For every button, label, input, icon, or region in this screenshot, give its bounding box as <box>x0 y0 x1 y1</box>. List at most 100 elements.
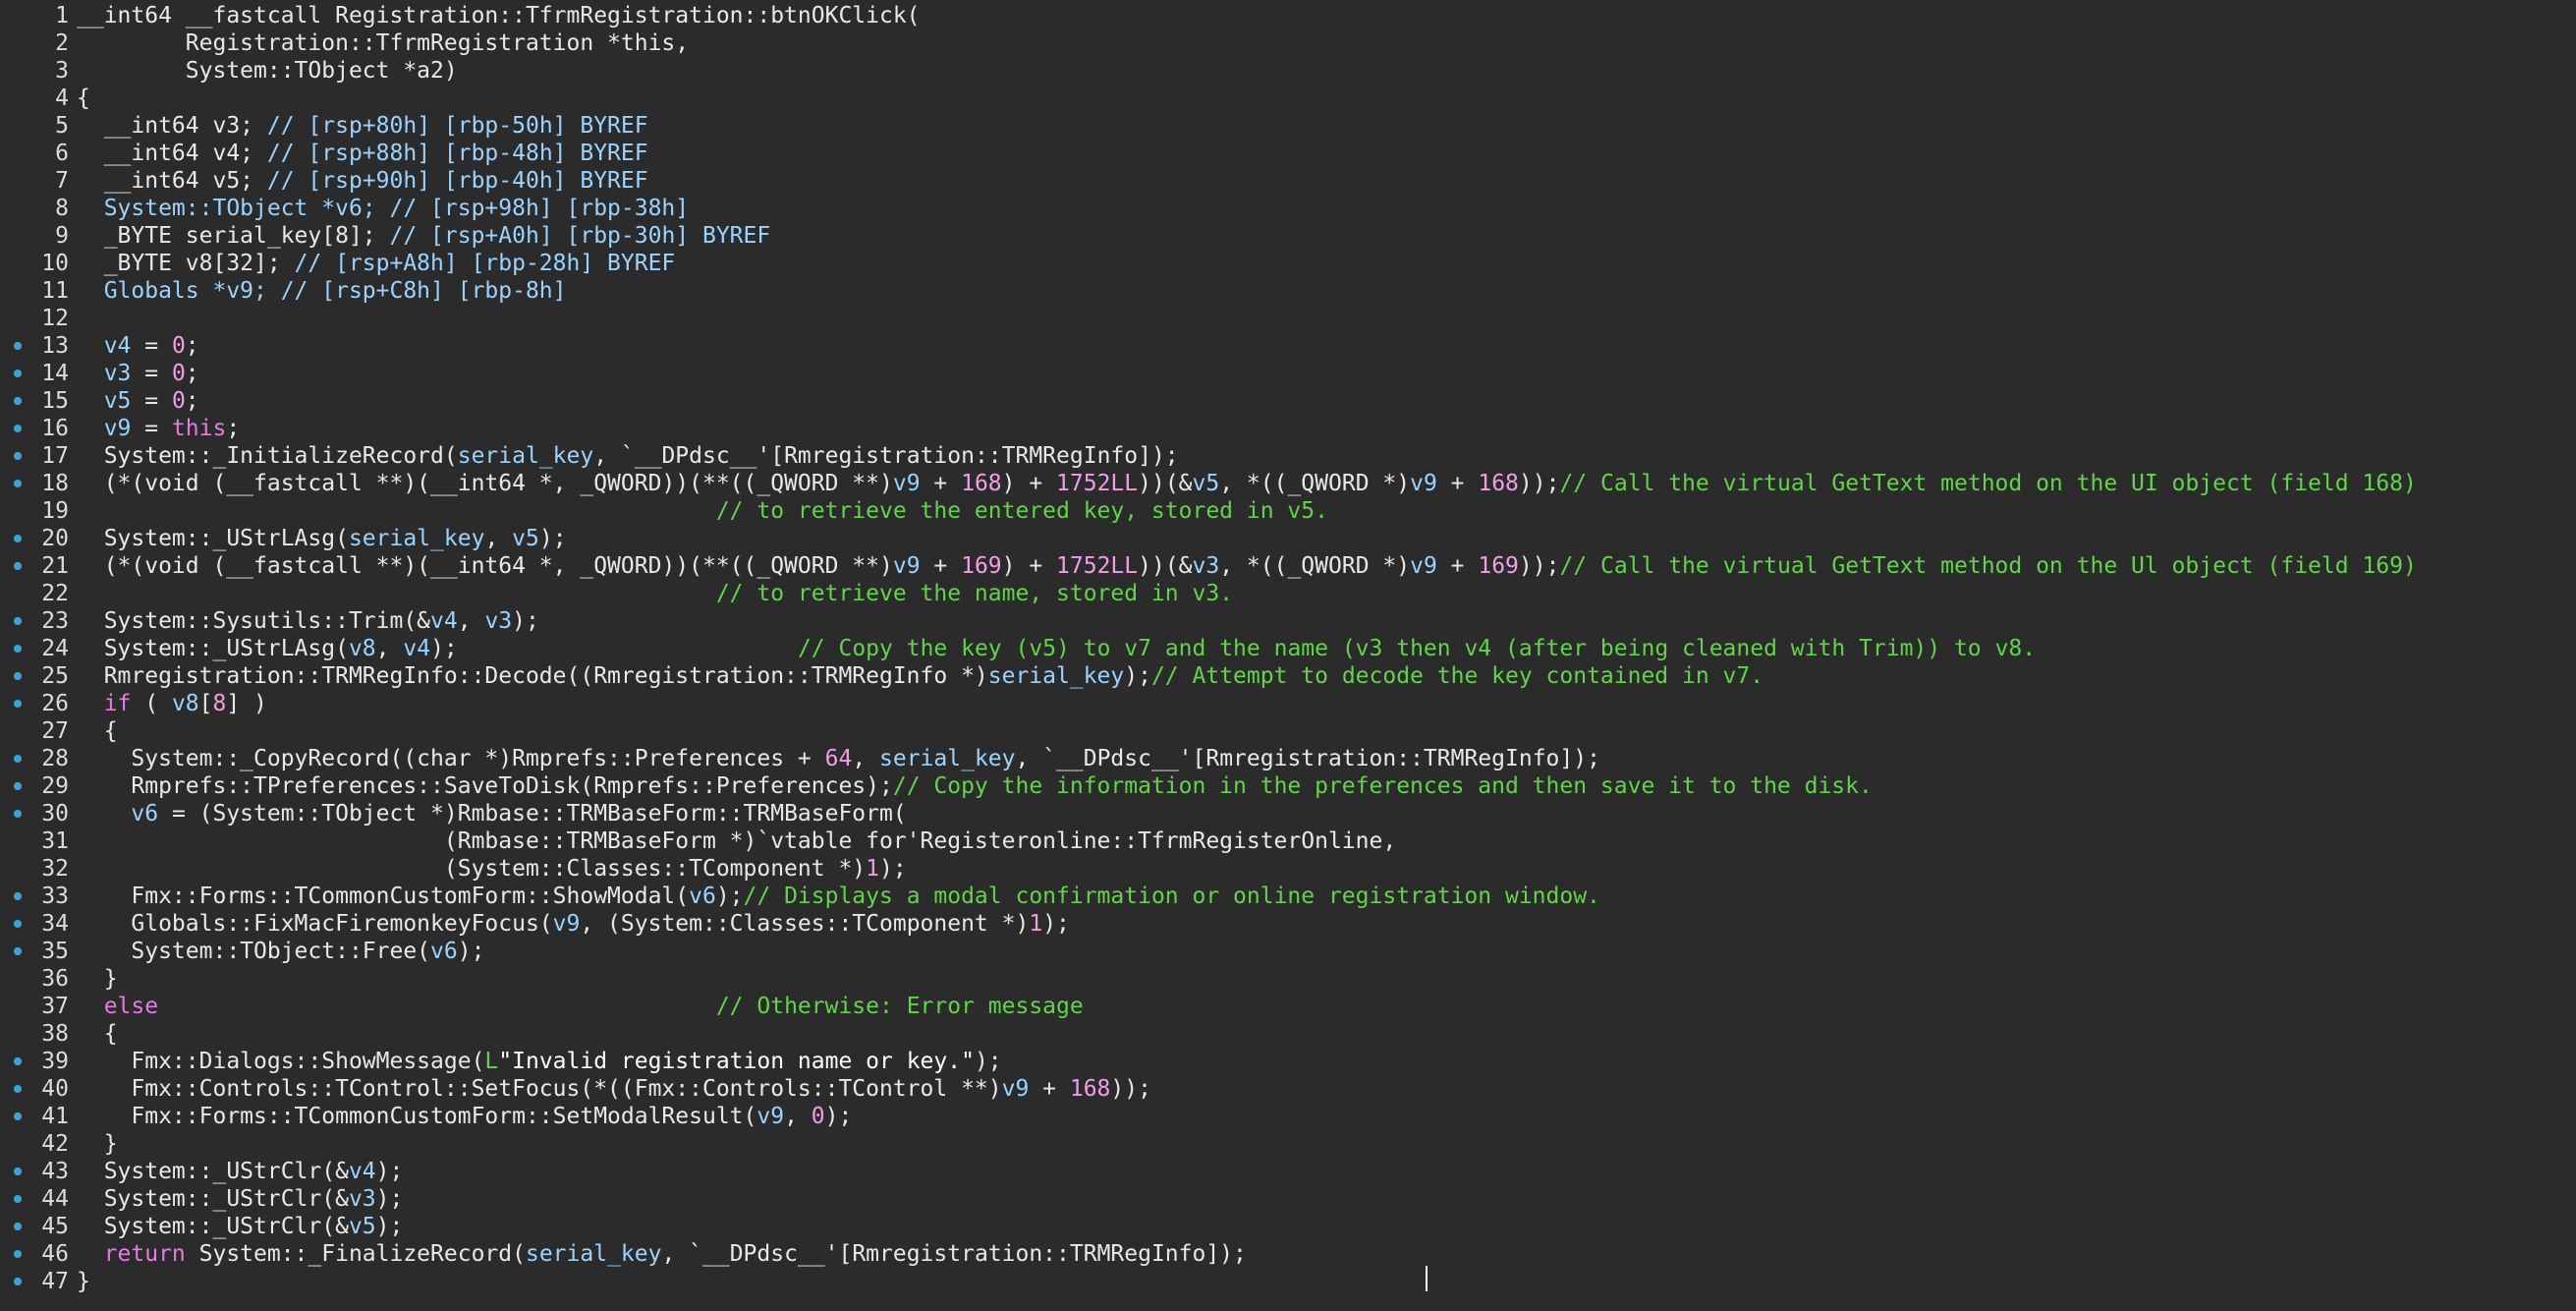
line-gutter[interactable]: 15 <box>0 387 77 415</box>
code-text[interactable]: Fmx::Dialogs::ShowMessage(L"Invalid regi… <box>77 1048 1001 1075</box>
line-gutter[interactable]: 39 <box>0 1048 77 1075</box>
code-text[interactable]: { <box>77 1020 118 1048</box>
code-text[interactable]: (*(void (__fastcall **)(__int64 *, _QWOR… <box>77 470 2417 497</box>
line-gutter[interactable]: 1 <box>0 2 77 29</box>
breakpoint-dot-icon[interactable] <box>14 755 22 763</box>
line-gutter[interactable]: 33 <box>0 883 77 910</box>
code-text[interactable]: v3 = 0; <box>77 360 199 387</box>
breakpoint-dot-icon[interactable] <box>14 617 22 625</box>
breakpoint-dot-icon[interactable] <box>14 1223 22 1230</box>
code-text[interactable]: } <box>77 1130 118 1158</box>
code-text[interactable]: Rmprefs::TPreferences::SaveToDisk(Rmpref… <box>77 772 1872 800</box>
line-gutter[interactable]: 31 <box>0 827 77 855</box>
code-text[interactable]: System::_UStrClr(&v5); <box>77 1213 404 1240</box>
code-text[interactable]: System::Sysutils::Trim(&v4, v3); <box>77 607 539 635</box>
code-text[interactable]: Globals *v9; // [rsp+C8h] [rbp-8h] <box>77 277 567 305</box>
breakpoint-dot-icon[interactable] <box>14 1250 22 1258</box>
code-text[interactable]: System::_CopyRecord((char *)Rmprefs::Pre… <box>77 745 1600 772</box>
line-gutter[interactable]: 16 <box>0 415 77 442</box>
code-text[interactable]: _BYTE serial_key[8]; // [rsp+A0h] [rbp-3… <box>77 222 771 250</box>
code-text[interactable]: __int64 v3; // [rsp+80h] [rbp-50h] BYREF <box>77 112 648 140</box>
breakpoint-dot-icon[interactable] <box>14 645 22 653</box>
line-gutter[interactable]: 26 <box>0 690 77 717</box>
code-text[interactable]: Fmx::Forms::TCommonCustomForm::ShowModal… <box>77 883 1600 910</box>
code-text[interactable]: // to retrieve the entered key, stored i… <box>77 497 1328 525</box>
code-text[interactable]: System::_InitializeRecord(serial_key, `_… <box>77 442 1179 470</box>
code-text[interactable]: { <box>77 85 90 112</box>
code-text[interactable]: __int64 v5; // [rsp+90h] [rbp-40h] BYREF <box>77 167 648 195</box>
breakpoint-dot-icon[interactable] <box>14 1168 22 1175</box>
line-gutter[interactable]: 41 <box>0 1103 77 1130</box>
code-text[interactable]: System::_UStrClr(&v4); <box>77 1158 404 1185</box>
line-gutter[interactable]: 17 <box>0 442 77 470</box>
line-gutter[interactable]: 18 <box>0 470 77 497</box>
breakpoint-dot-icon[interactable] <box>14 452 22 460</box>
breakpoint-dot-icon[interactable] <box>14 947 22 955</box>
breakpoint-dot-icon[interactable] <box>14 1057 22 1065</box>
line-gutter[interactable]: 37 <box>0 993 77 1020</box>
line-gutter[interactable]: 24 <box>0 635 77 662</box>
line-gutter[interactable]: 6 <box>0 140 77 167</box>
code-text[interactable]: { <box>77 717 118 745</box>
breakpoint-dot-icon[interactable] <box>14 1278 22 1285</box>
code-text[interactable]: System::_UStrClr(&v3); <box>77 1185 404 1213</box>
breakpoint-dot-icon[interactable] <box>14 397 22 405</box>
line-gutter[interactable]: 2 <box>0 29 77 57</box>
line-gutter[interactable]: 44 <box>0 1185 77 1213</box>
line-gutter[interactable]: 22 <box>0 580 77 607</box>
code-text[interactable]: // to retrieve the name, stored in v3. <box>77 580 1233 607</box>
breakpoint-dot-icon[interactable] <box>14 1195 22 1203</box>
line-gutter[interactable]: 11 <box>0 277 77 305</box>
line-gutter[interactable]: 40 <box>0 1075 77 1103</box>
code-text[interactable]: if ( v8[8] ) <box>77 690 267 717</box>
breakpoint-dot-icon[interactable] <box>14 535 22 542</box>
breakpoint-dot-icon[interactable] <box>14 782 22 790</box>
breakpoint-dot-icon[interactable] <box>14 700 22 708</box>
line-gutter[interactable]: 45 <box>0 1213 77 1240</box>
code-text[interactable]: } <box>77 1268 90 1295</box>
code-text[interactable]: (Rmbase::TRMBaseForm *)`vtable for'Regis… <box>77 827 1396 855</box>
line-gutter[interactable]: 7 <box>0 167 77 195</box>
code-text[interactable]: Fmx::Forms::TCommonCustomForm::SetModalR… <box>77 1103 852 1130</box>
code-text[interactable]: System::TObject::Free(v6); <box>77 938 484 965</box>
line-gutter[interactable]: 27 <box>0 717 77 745</box>
breakpoint-dot-icon[interactable] <box>14 425 22 432</box>
line-gutter[interactable]: 34 <box>0 910 77 938</box>
pseudocode-editor[interactable]: 1 __int64 __fastcall Registration::TfrmRe… <box>0 0 2576 1311</box>
line-gutter[interactable]: 28 <box>0 745 77 772</box>
breakpoint-dot-icon[interactable] <box>14 562 22 570</box>
line-gutter[interactable]: 14 <box>0 360 77 387</box>
line-gutter[interactable]: 42 <box>0 1130 77 1158</box>
line-gutter[interactable]: 5 <box>0 112 77 140</box>
line-gutter[interactable]: 19 <box>0 497 77 525</box>
line-gutter[interactable]: 32 <box>0 855 77 883</box>
line-gutter[interactable]: 23 <box>0 607 77 635</box>
code-text[interactable]: System::TObject *v6; // [rsp+98h] [rbp-3… <box>77 195 689 222</box>
code-text[interactable]: Globals::FixMacFiremonkeyFocus(v9, (Syst… <box>77 910 1070 938</box>
line-gutter[interactable]: 21 <box>0 552 77 580</box>
code-text[interactable]: Fmx::Controls::TControl::SetFocus(*((Fmx… <box>77 1075 1151 1103</box>
line-gutter[interactable]: 8 <box>0 195 77 222</box>
code-text[interactable]: __int64 __fastcall Registration::TfrmReg… <box>77 2 921 29</box>
breakpoint-dot-icon[interactable] <box>14 1085 22 1093</box>
line-gutter[interactable]: 43 <box>0 1158 77 1185</box>
code-text[interactable]: return System::_FinalizeRecord(serial_ke… <box>77 1240 1247 1268</box>
line-gutter[interactable]: 47 <box>0 1268 77 1295</box>
code-text[interactable]: else // Otherwise: Error message <box>77 993 1084 1020</box>
line-gutter[interactable]: 46 <box>0 1240 77 1268</box>
code-text[interactable]: Rmregistration::TRMRegInfo::Decode((Rmre… <box>77 662 1764 690</box>
code-text[interactable]: (*(void (__fastcall **)(__int64 *, _QWOR… <box>77 552 2417 580</box>
breakpoint-dot-icon[interactable] <box>14 892 22 900</box>
breakpoint-dot-icon[interactable] <box>14 672 22 680</box>
breakpoint-dot-icon[interactable] <box>14 810 22 818</box>
breakpoint-dot-icon[interactable] <box>14 342 22 350</box>
breakpoint-dot-icon[interactable] <box>14 1112 22 1120</box>
code-text[interactable]: Registration::TfrmRegistration *this, <box>77 29 689 57</box>
line-gutter[interactable]: 29 <box>0 772 77 800</box>
line-gutter[interactable]: 30 <box>0 800 77 827</box>
code-text[interactable]: v5 = 0; <box>77 387 199 415</box>
breakpoint-dot-icon[interactable] <box>14 370 22 377</box>
line-gutter[interactable]: 4 <box>0 85 77 112</box>
code-text[interactable]: __int64 v4; // [rsp+88h] [rbp-48h] BYREF <box>77 140 648 167</box>
code-text[interactable]: System::_UStrLAsg(v8, v4); // Copy the k… <box>77 635 2036 662</box>
